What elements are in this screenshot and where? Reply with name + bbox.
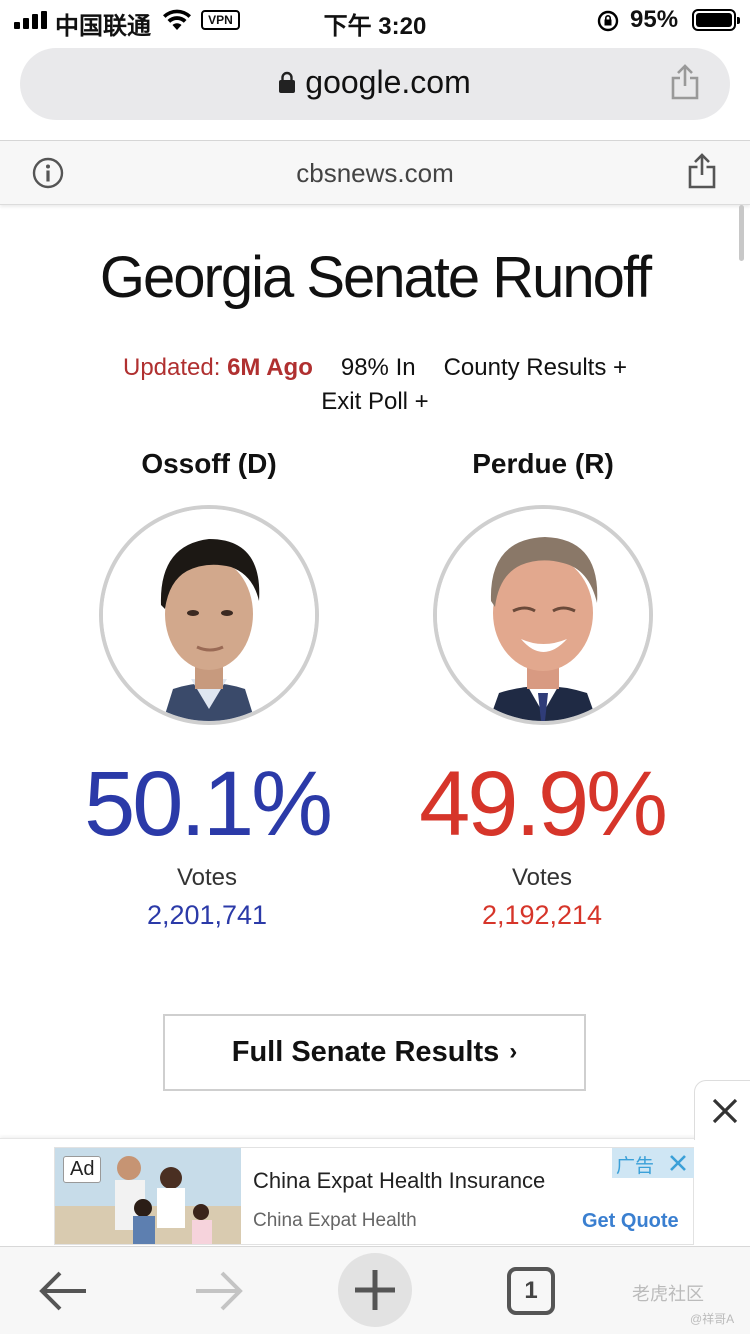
exit-poll-link[interactable]: Exit Poll +	[0, 388, 750, 416]
ad-title: China Expat Health Insurance	[253, 1168, 546, 1193]
amp-source-domain[interactable]: cbsnews.com	[0, 158, 750, 189]
address-domain: google.com	[305, 64, 471, 100]
watermark-user: @祥哥A	[690, 1312, 735, 1326]
get-quote-link[interactable]: Get Quote	[582, 1210, 679, 1233]
reporting-status: 98% In	[340, 354, 416, 381]
ad-badge: Ad	[63, 1156, 102, 1183]
ad-choices[interactable]: 广告	[612, 1148, 694, 1178]
ad-choice-label: 广告	[616, 1156, 655, 1177]
share-icon[interactable]	[670, 64, 700, 100]
updated-status: Updated: 6M Ago	[123, 354, 313, 381]
votes-label: Votes	[176, 864, 238, 891]
status-bar: 中国联通 VPN 下午 3:20 95%	[0, 0, 750, 40]
candidate-name: Ossoff (D)	[141, 448, 277, 479]
ad-advertiser: China Expat Health	[253, 1210, 417, 1231]
watermark: 老虎社区	[632, 1284, 704, 1304]
button-label: Full Senate Results	[231, 1036, 500, 1068]
lock-icon	[279, 71, 296, 93]
county-results-link[interactable]: County Results +	[444, 354, 627, 381]
new-tab-button[interactable]	[338, 1253, 412, 1327]
ad-close-button[interactable]	[694, 1080, 750, 1140]
candidate-percent: 50.1%	[84, 753, 333, 855]
address-text: google.com	[20, 64, 730, 101]
ad-unit[interactable]: Ad China Expat Health Insurance China Ex…	[54, 1147, 694, 1245]
back-arrow-icon[interactable]	[38, 1269, 90, 1313]
chevron-right-icon: ›	[509, 1038, 518, 1065]
candidate-ossoff: Ossoff (D)	[94, 448, 324, 725]
share-icon[interactable]	[688, 153, 716, 189]
candidate-photo	[99, 505, 319, 725]
tab-switcher-button[interactable]: 1	[507, 1267, 555, 1315]
battery-percent: 95%	[630, 6, 679, 33]
candidate-perdue: Perdue (R)	[428, 448, 658, 725]
page-title: Georgia Senate Runoff	[99, 245, 652, 310]
close-icon[interactable]	[668, 1153, 688, 1173]
forward-arrow-icon[interactable]	[192, 1269, 244, 1313]
plus-icon	[355, 1270, 395, 1310]
results-meta: Updated: 6M Ago 98% In County Results +	[0, 354, 750, 382]
full-senate-results-button[interactable]: Full Senate Results ›	[163, 1014, 586, 1091]
candidate-name: Perdue (R)	[472, 448, 614, 479]
amp-header-bar: cbsnews.com	[0, 141, 750, 205]
address-bar[interactable]: google.com	[20, 48, 730, 120]
browser-toolbar: 1 老虎社区 @祥哥A	[0, 1246, 750, 1334]
orientation-lock-icon	[597, 10, 619, 32]
candidate-photo	[433, 505, 653, 725]
candidate-percent: 49.9%	[419, 753, 668, 855]
votes-count: 2,201,741	[146, 900, 268, 930]
ad-image: Ad	[55, 1148, 241, 1244]
close-icon	[712, 1098, 738, 1124]
battery-icon	[692, 9, 740, 31]
votes-count: 2,192,214	[481, 900, 603, 930]
votes-label: Votes	[511, 864, 573, 891]
